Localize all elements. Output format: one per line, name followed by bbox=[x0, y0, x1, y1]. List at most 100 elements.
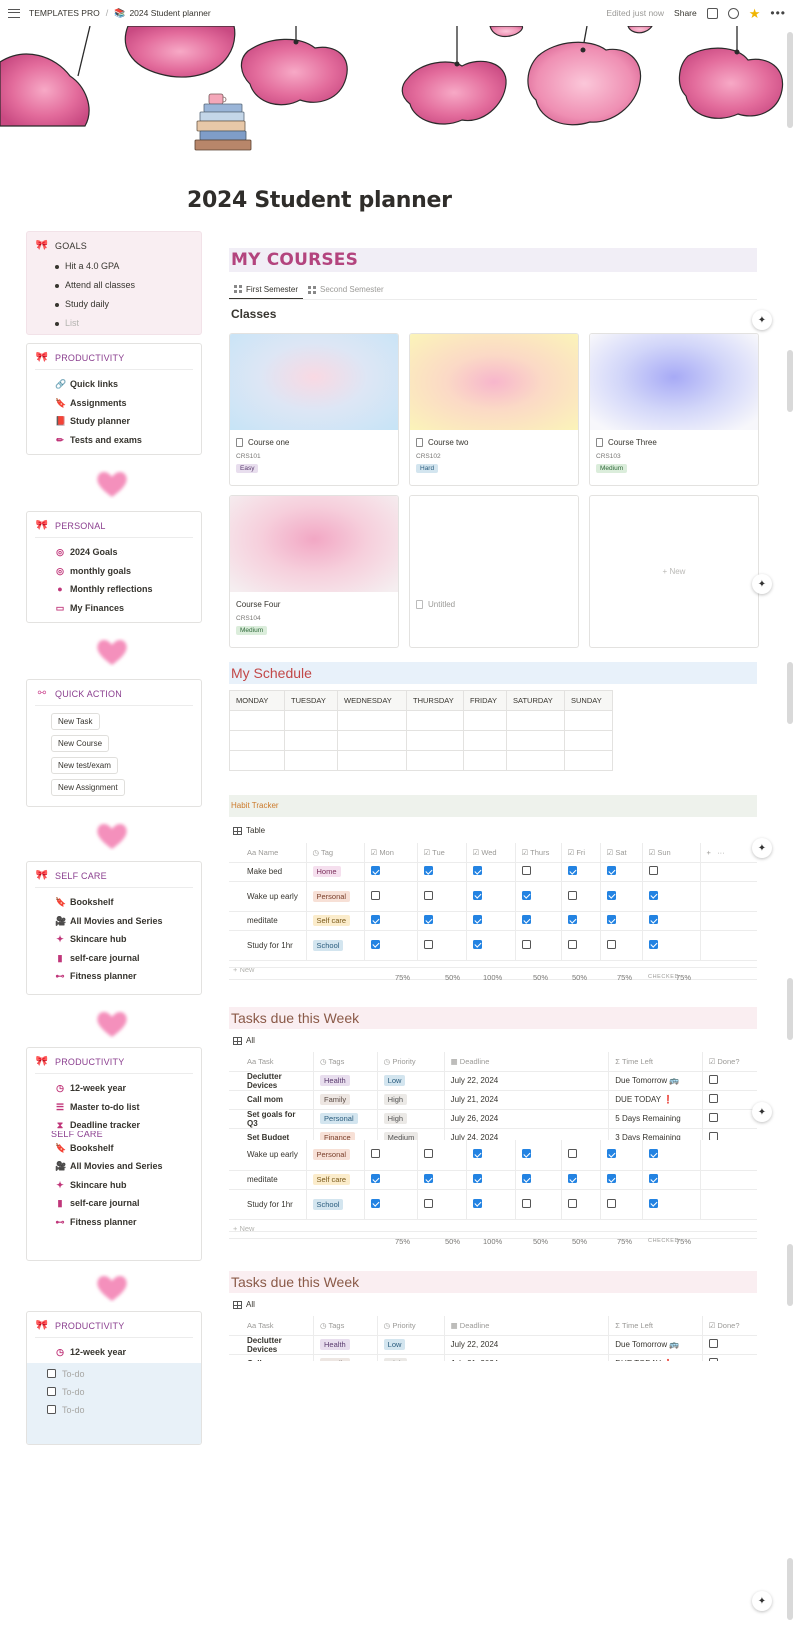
col-tags[interactable]: ◷ Tags bbox=[313, 1052, 378, 1072]
habit-checkbox[interactable] bbox=[606, 1149, 616, 1159]
breadcrumb-page[interactable]: 2024 Student planner bbox=[129, 8, 210, 18]
habit-checkbox[interactable] bbox=[423, 866, 433, 875]
habit-checkbox[interactable] bbox=[370, 866, 380, 875]
col-name[interactable]: Aa Name bbox=[229, 843, 307, 863]
course-card-four[interactable]: Course Four CRS104 Medium bbox=[229, 495, 399, 648]
course-card-two[interactable]: Course two CRS102 Hard bbox=[409, 333, 579, 486]
habit-check-cell[interactable] bbox=[561, 862, 601, 882]
habit-checkbox[interactable] bbox=[472, 1198, 482, 1208]
schedule-cell[interactable] bbox=[284, 750, 338, 771]
habit-check-cell[interactable] bbox=[515, 1140, 562, 1171]
new-test-exam-button[interactable]: New test/exam bbox=[51, 757, 118, 774]
habit-check-cell[interactable] bbox=[600, 862, 643, 882]
habit-check-cell[interactable] bbox=[364, 1189, 418, 1220]
course-card-one[interactable]: Course one CRS101 Easy bbox=[229, 333, 399, 486]
habit-checkbox[interactable] bbox=[521, 1149, 531, 1159]
habit-checkbox[interactable] bbox=[370, 939, 380, 949]
link-my-finances[interactable]: ▭ My Finances bbox=[55, 599, 193, 618]
add-column[interactable]: + ··· bbox=[700, 843, 757, 863]
habit-check-cell[interactable] bbox=[642, 1189, 701, 1220]
schedule-cell[interactable] bbox=[406, 710, 464, 731]
habit-checkbox[interactable] bbox=[567, 866, 577, 875]
habit-check-cell[interactable] bbox=[364, 881, 418, 912]
col-day[interactable]: ☑ Mon bbox=[364, 843, 418, 863]
habit-check-cell[interactable] bbox=[600, 930, 643, 961]
link-movies-series-2[interactable]: 🎥 All Movies and Series bbox=[55, 1157, 193, 1176]
col-priority[interactable]: ◷ Priority bbox=[377, 1316, 445, 1336]
habit-checkbox[interactable] bbox=[606, 890, 616, 900]
habit-checkbox[interactable] bbox=[370, 890, 380, 900]
task-deadline[interactable]: July 21, 2024 bbox=[444, 1090, 610, 1110]
task-tag-cell[interactable]: Health bbox=[313, 1071, 378, 1091]
habit-check-cell[interactable] bbox=[642, 881, 701, 912]
habit-check-cell[interactable] bbox=[466, 930, 516, 961]
link-self-care-journal[interactable]: ▮ self-care journal bbox=[55, 949, 193, 968]
habit-check-cell[interactable] bbox=[561, 930, 601, 961]
habit-check-cell[interactable] bbox=[417, 1140, 467, 1171]
link-12-week-year-3[interactable]: ◷ 12-week year bbox=[55, 1343, 193, 1362]
col-tag[interactable]: ◷ Tag bbox=[306, 843, 365, 863]
habit-checkbox[interactable] bbox=[370, 1149, 380, 1159]
more-icon[interactable]: ••• bbox=[770, 7, 786, 19]
new-task-button[interactable]: New Task bbox=[51, 713, 100, 730]
goal-item[interactable]: Attend all classes bbox=[55, 276, 193, 295]
habit-checkbox[interactable] bbox=[606, 915, 616, 924]
habit-check-cell[interactable] bbox=[642, 862, 701, 882]
habit-check-cell[interactable] bbox=[364, 1170, 418, 1190]
habit-check-cell[interactable] bbox=[600, 1170, 643, 1190]
habit-checkbox[interactable] bbox=[606, 866, 616, 875]
link-fitness-planner-2[interactable]: ⊷ Fitness planner bbox=[55, 1213, 193, 1232]
task-tag-cell[interactable]: Health bbox=[313, 1335, 378, 1355]
link-quick-links[interactable]: 🔗 Quick links bbox=[55, 375, 193, 394]
col-day[interactable]: ☑ Sun bbox=[642, 843, 701, 863]
habit-checkbox[interactable] bbox=[567, 1198, 577, 1208]
task-name[interactable]: Call mom bbox=[229, 1090, 315, 1110]
col-task[interactable]: Aa Task bbox=[229, 1316, 315, 1336]
task-name[interactable]: Declutter Devices bbox=[229, 1335, 315, 1355]
schedule-cell[interactable] bbox=[284, 710, 338, 731]
habit-checkbox[interactable] bbox=[423, 1149, 433, 1159]
habit-check-cell[interactable] bbox=[561, 881, 601, 912]
schedule-cell[interactable] bbox=[564, 750, 613, 771]
habit-name[interactable]: Wake up early bbox=[229, 881, 307, 912]
link-bookshelf-2[interactable]: 🔖 Bookshelf bbox=[55, 1139, 193, 1158]
schedule-cell[interactable] bbox=[463, 750, 507, 771]
habit-view-tab[interactable]: Table bbox=[233, 826, 265, 835]
task-deadline[interactable]: July 22, 2024 bbox=[444, 1071, 610, 1091]
task-name[interactable]: Set Budget bbox=[229, 1128, 315, 1140]
habit-checkbox[interactable] bbox=[567, 939, 577, 949]
habit-check-cell[interactable] bbox=[466, 1140, 516, 1171]
habit-tag-cell[interactable]: Personal bbox=[306, 1140, 365, 1171]
link-tests-exams[interactable]: ✏ Tests and exams bbox=[55, 431, 193, 450]
habit-checkbox[interactable] bbox=[648, 1149, 658, 1159]
ai-sparkle-button[interactable]: ✦ bbox=[752, 310, 772, 330]
tasks-view-tab-2[interactable]: All bbox=[233, 1300, 255, 1309]
tab-first-semester[interactable]: First Semester bbox=[229, 280, 304, 299]
col-done[interactable]: ☑ Done? bbox=[702, 1316, 757, 1336]
habit-check-cell[interactable] bbox=[364, 911, 418, 931]
share-button[interactable]: Share bbox=[674, 8, 697, 18]
habit-checkbox[interactable] bbox=[567, 915, 577, 924]
schedule-cell[interactable] bbox=[229, 730, 285, 751]
ai-sparkle-button[interactable]: ✦ bbox=[752, 574, 772, 594]
habit-tag-cell[interactable]: Self care bbox=[306, 911, 365, 931]
habit-checkbox[interactable] bbox=[521, 890, 531, 900]
habit-name[interactable]: Study for 1hr bbox=[229, 930, 307, 961]
task-done-cell[interactable] bbox=[702, 1090, 757, 1110]
col-day[interactable]: ☑ Tue bbox=[417, 843, 467, 863]
habit-checkbox[interactable] bbox=[567, 890, 577, 900]
done-checkbox[interactable] bbox=[708, 1075, 718, 1084]
comment-icon[interactable] bbox=[706, 7, 718, 19]
schedule-cell[interactable] bbox=[406, 750, 464, 771]
done-checkbox[interactable] bbox=[708, 1132, 718, 1140]
habit-check-cell[interactable] bbox=[417, 930, 467, 961]
habit-check-cell[interactable] bbox=[642, 1140, 701, 1171]
schedule-cell[interactable] bbox=[337, 730, 407, 751]
habit-checkbox[interactable] bbox=[606, 1198, 616, 1208]
link-movies-series[interactable]: 🎥 All Movies and Series bbox=[55, 912, 193, 931]
task-priority-cell[interactable]: High bbox=[377, 1354, 445, 1361]
star-icon[interactable]: ★ bbox=[749, 7, 761, 20]
habit-checkbox[interactable] bbox=[423, 1198, 433, 1208]
task-done-cell[interactable] bbox=[702, 1354, 757, 1361]
schedule-cell[interactable] bbox=[564, 730, 613, 751]
